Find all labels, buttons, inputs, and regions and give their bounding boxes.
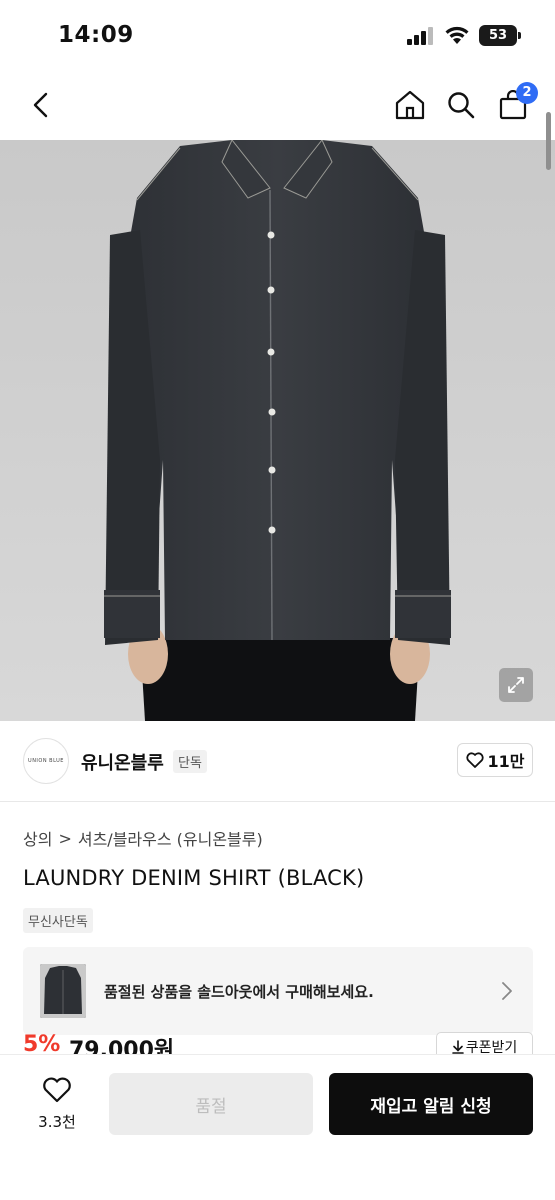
brand-exclusive-tag: 단독 (173, 750, 207, 773)
soldout-banner-text: 품절된 상품을 솔드아웃에서 구매해보세요. (104, 983, 374, 1001)
breadcrumb-separator: > (58, 828, 72, 848)
wishlist-button[interactable]: 3.3천 (28, 1077, 86, 1132)
heart-icon (43, 1077, 71, 1103)
wifi-icon (445, 26, 469, 44)
soldout-thumbnail (40, 964, 86, 1018)
home-button[interactable] (391, 86, 429, 124)
bottom-action-bar: 3.3천 품절 재입고 알림 신청 (0, 1054, 555, 1200)
brand-row: UNION BLUE 유니온블루 단독 11만 (0, 722, 555, 802)
chevron-left-icon (33, 92, 48, 118)
shirt-thumbnail (40, 964, 86, 1018)
breadcrumb-subcategory[interactable]: 셔츠/블라우스 (유니온블루) (78, 826, 263, 850)
brand-logo[interactable]: UNION BLUE (23, 738, 69, 784)
heart-icon (465, 752, 484, 768)
expand-icon (508, 677, 524, 693)
breadcrumb-category[interactable]: 상의 (23, 826, 52, 850)
search-icon (448, 92, 475, 119)
download-icon (451, 1040, 464, 1054)
exclusive-tag: 무신사단독 (23, 908, 93, 933)
soldout-banner[interactable]: 품절된 상품을 솔드아웃에서 구매해보세요. (23, 947, 533, 1035)
product-image[interactable] (0, 140, 555, 721)
chevron-right-icon (502, 982, 512, 1000)
brand-name[interactable]: 유니온블루 (81, 749, 164, 775)
top-nav: 2 (0, 70, 555, 140)
brand-logo-text: UNION BLUE (28, 758, 64, 764)
soldout-button[interactable]: 품절 (109, 1073, 313, 1135)
expand-image-button[interactable] (499, 668, 533, 702)
back-button[interactable] (22, 86, 60, 124)
brand-like-button[interactable]: 11만 (457, 743, 533, 777)
restock-alert-button[interactable]: 재입고 알림 신청 (329, 1073, 533, 1135)
wishlist-count: 3.3천 (38, 1113, 76, 1131)
cart-button[interactable]: 2 (494, 82, 538, 124)
scroll-indicator[interactable] (546, 112, 551, 170)
status-time: 14:09 (58, 22, 134, 48)
battery-icon: 53 (479, 25, 521, 46)
cart-count-badge: 2 (516, 82, 538, 104)
breadcrumb: 상의 > 셔츠/블라우스 (유니온블루) (23, 826, 263, 850)
search-button[interactable] (442, 86, 480, 124)
product-title: LAUNDRY DENIM SHIRT (BLACK) (23, 866, 365, 890)
status-bar: 14:09 53 (0, 0, 555, 70)
cellular-signal-icon (407, 27, 433, 45)
home-icon (395, 90, 425, 120)
shirt-photo (0, 140, 555, 721)
brand-like-count: 11만 (487, 752, 525, 771)
